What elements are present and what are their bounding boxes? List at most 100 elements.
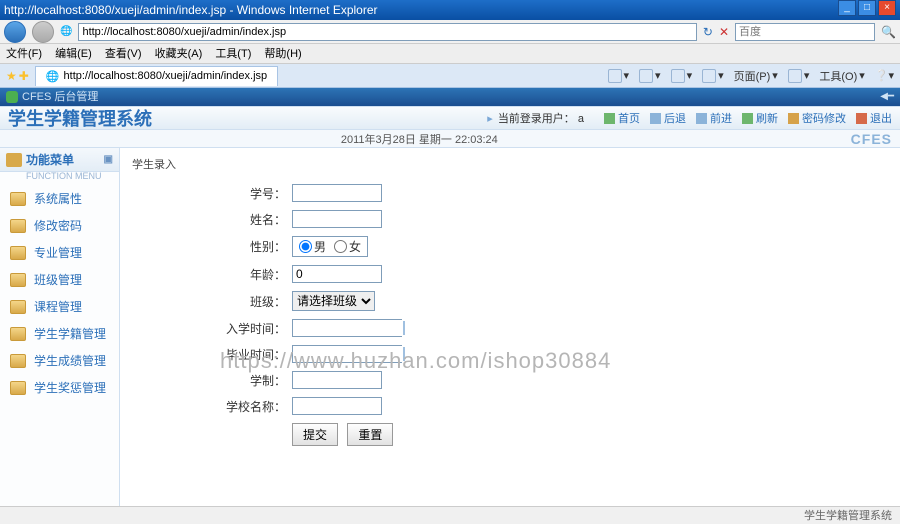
menu-icon	[10, 219, 26, 233]
search-input[interactable]	[735, 23, 875, 41]
sidebar-item-class[interactable]: 班级管理	[0, 266, 119, 293]
maximize-button[interactable]: □	[858, 0, 876, 16]
date-text: 2011年3月28日 星期一 22:03:24	[8, 131, 831, 147]
top-tools: 首页 后退 前进 刷新 密码修改 退出	[604, 110, 892, 126]
page-icon: 🌐	[60, 26, 72, 37]
sidebar-item-student[interactable]: 学生学籍管理	[0, 320, 119, 347]
refresh-icon[interactable]: ↻	[703, 25, 713, 39]
collapse-icon[interactable]: ▣	[104, 154, 113, 165]
menu-help[interactable]: 帮助(H)	[264, 48, 301, 60]
row-years: 学制：	[132, 371, 888, 389]
input-name[interactable]	[292, 210, 382, 228]
ie-mail-button[interactable]: ▾	[671, 68, 693, 84]
nav-back-button[interactable]	[4, 21, 26, 43]
row-gender: 性别： 男 女	[132, 236, 888, 257]
arrow-icon: ▸	[487, 113, 493, 125]
radio-male-label[interactable]: 男	[299, 238, 326, 255]
menu-icon	[10, 381, 26, 395]
status-bar: 学生学籍管理系统	[0, 506, 900, 524]
content-panel: 学生录入 学号： 姓名： 性别： 男 女 年龄： 班级： 请选择班级 入学时间：	[120, 148, 900, 506]
label-class: 班级：	[132, 293, 292, 310]
select-class[interactable]: 请选择班级	[292, 291, 375, 311]
radio-female[interactable]	[334, 240, 347, 253]
favorites-icon[interactable]: ★	[6, 69, 17, 83]
minimize-button[interactable]: _	[838, 0, 856, 16]
sidebar-item-label: 专业管理	[34, 244, 82, 261]
sidebar-item-label: 学生奖惩管理	[34, 379, 106, 396]
app-logo: 学生学籍管理系统	[8, 105, 487, 131]
ie-safety-button[interactable]: ▾	[788, 68, 810, 84]
user-info: ▸ 当前登录用户： a	[487, 110, 584, 126]
app-icon	[6, 91, 18, 103]
label-enroll: 入学时间：	[132, 320, 292, 337]
calendar-icon[interactable]	[403, 321, 405, 335]
browser-tab[interactable]: 🌐 http://localhost:8080/xueji/admin/inde…	[35, 66, 278, 86]
search-icon[interactable]: 🔍	[881, 25, 896, 39]
menu-edit[interactable]: 编辑(E)	[55, 48, 92, 60]
sidebar-item-reward[interactable]: 学生奖惩管理	[0, 374, 119, 401]
ie-page-button[interactable]: 页面(P)▾	[734, 68, 778, 84]
sidebar-title-text: 功能菜单	[26, 151, 74, 168]
row-age: 年龄：	[132, 265, 888, 283]
menu-icon	[10, 327, 26, 341]
menu-favorites[interactable]: 收藏夹(A)	[155, 48, 203, 60]
input-sno[interactable]	[292, 184, 382, 202]
input-age[interactable]	[292, 265, 382, 283]
row-class: 班级： 请选择班级	[132, 291, 888, 311]
address-bar: 🌐 ↻ ✕ 🔍	[0, 20, 900, 44]
ie-help-button[interactable]: ❔▾	[875, 68, 894, 84]
sidebar-item-course[interactable]: 课程管理	[0, 293, 119, 320]
nav-changepw[interactable]: 密码修改	[788, 110, 846, 126]
reset-button[interactable]: 重置	[347, 423, 393, 446]
add-favorite-icon[interactable]: ✚	[19, 69, 29, 83]
main-area: 功能菜单 ▣ FUNCTION MENU 系统属性 修改密码 专业管理 班级管理…	[0, 148, 900, 506]
app-small-title: CFES 后台管理	[22, 91, 98, 103]
label-age: 年龄：	[132, 266, 292, 283]
sidebar-item-label: 系统属性	[34, 190, 82, 207]
menu-bar: 文件(F) 编辑(E) 查看(V) 收藏夹(A) 工具(T) 帮助(H)	[0, 44, 900, 64]
submit-button[interactable]: 提交	[292, 423, 338, 446]
menu-tools[interactable]: 工具(T)	[215, 48, 251, 60]
ie-feed-button[interactable]: ▾	[639, 68, 661, 84]
sidebar: 功能菜单 ▣ FUNCTION MENU 系统属性 修改密码 专业管理 班级管理…	[0, 148, 120, 506]
nav-forward[interactable]: 前进	[696, 110, 732, 126]
ie-home-button[interactable]: ▾	[608, 68, 630, 84]
calendar-icon[interactable]	[403, 347, 405, 361]
window-title: http://localhost:8080/xueji/admin/index.…	[4, 0, 378, 20]
menu-icon	[10, 273, 26, 287]
menu-view[interactable]: 查看(V)	[105, 48, 142, 60]
label-school: 学校名称：	[132, 398, 292, 415]
label-graduate: 毕业时间：	[132, 346, 292, 363]
radio-male[interactable]	[299, 240, 312, 253]
sidebar-item-label: 学生学籍管理	[34, 325, 106, 342]
cfes-label: CFES	[851, 131, 892, 147]
sidebar-item-sysattr[interactable]: 系统属性	[0, 185, 119, 212]
close-button[interactable]: ×	[878, 0, 896, 16]
app-header: 学生学籍管理系统 ▸ 当前登录用户： a 首页 后退 前进 刷新 密码修改 退出	[0, 106, 900, 130]
nav-back[interactable]: 后退	[650, 110, 686, 126]
input-enroll[interactable]	[293, 320, 403, 336]
nav-home[interactable]: 首页	[604, 110, 640, 126]
sidebar-item-grade[interactable]: 学生成绩管理	[0, 347, 119, 374]
ie-toolbar: ▾ ▾ ▾ ▾ 页面(P)▾ ▾ 工具(O)▾ ❔▾	[608, 68, 895, 84]
input-school[interactable]	[292, 397, 382, 415]
nav-logout[interactable]: 退出	[856, 110, 892, 126]
sidebar-item-label: 课程管理	[34, 298, 82, 315]
ie-print-button[interactable]: ▾	[702, 68, 724, 84]
stop-icon[interactable]: ✕	[719, 25, 729, 39]
label-name: 姓名：	[132, 211, 292, 228]
app-min-icon[interactable]: ◀━	[880, 88, 894, 106]
sidebar-item-major[interactable]: 专业管理	[0, 239, 119, 266]
input-graduate[interactable]	[293, 346, 403, 362]
ie-tools-button[interactable]: 工具(O)▾	[819, 68, 864, 84]
url-input[interactable]	[78, 23, 696, 41]
nav-refresh[interactable]: 刷新	[742, 110, 778, 126]
nav-forward-button[interactable]	[32, 21, 54, 43]
sidebar-item-changepw[interactable]: 修改密码	[0, 212, 119, 239]
input-years[interactable]	[292, 371, 382, 389]
radio-female-label[interactable]: 女	[334, 238, 361, 255]
sidebar-item-label: 修改密码	[34, 217, 82, 234]
menu-file[interactable]: 文件(F)	[6, 48, 42, 60]
window-titlebar: http://localhost:8080/xueji/admin/index.…	[0, 0, 900, 20]
status-text: 学生学籍管理系统	[804, 510, 892, 522]
